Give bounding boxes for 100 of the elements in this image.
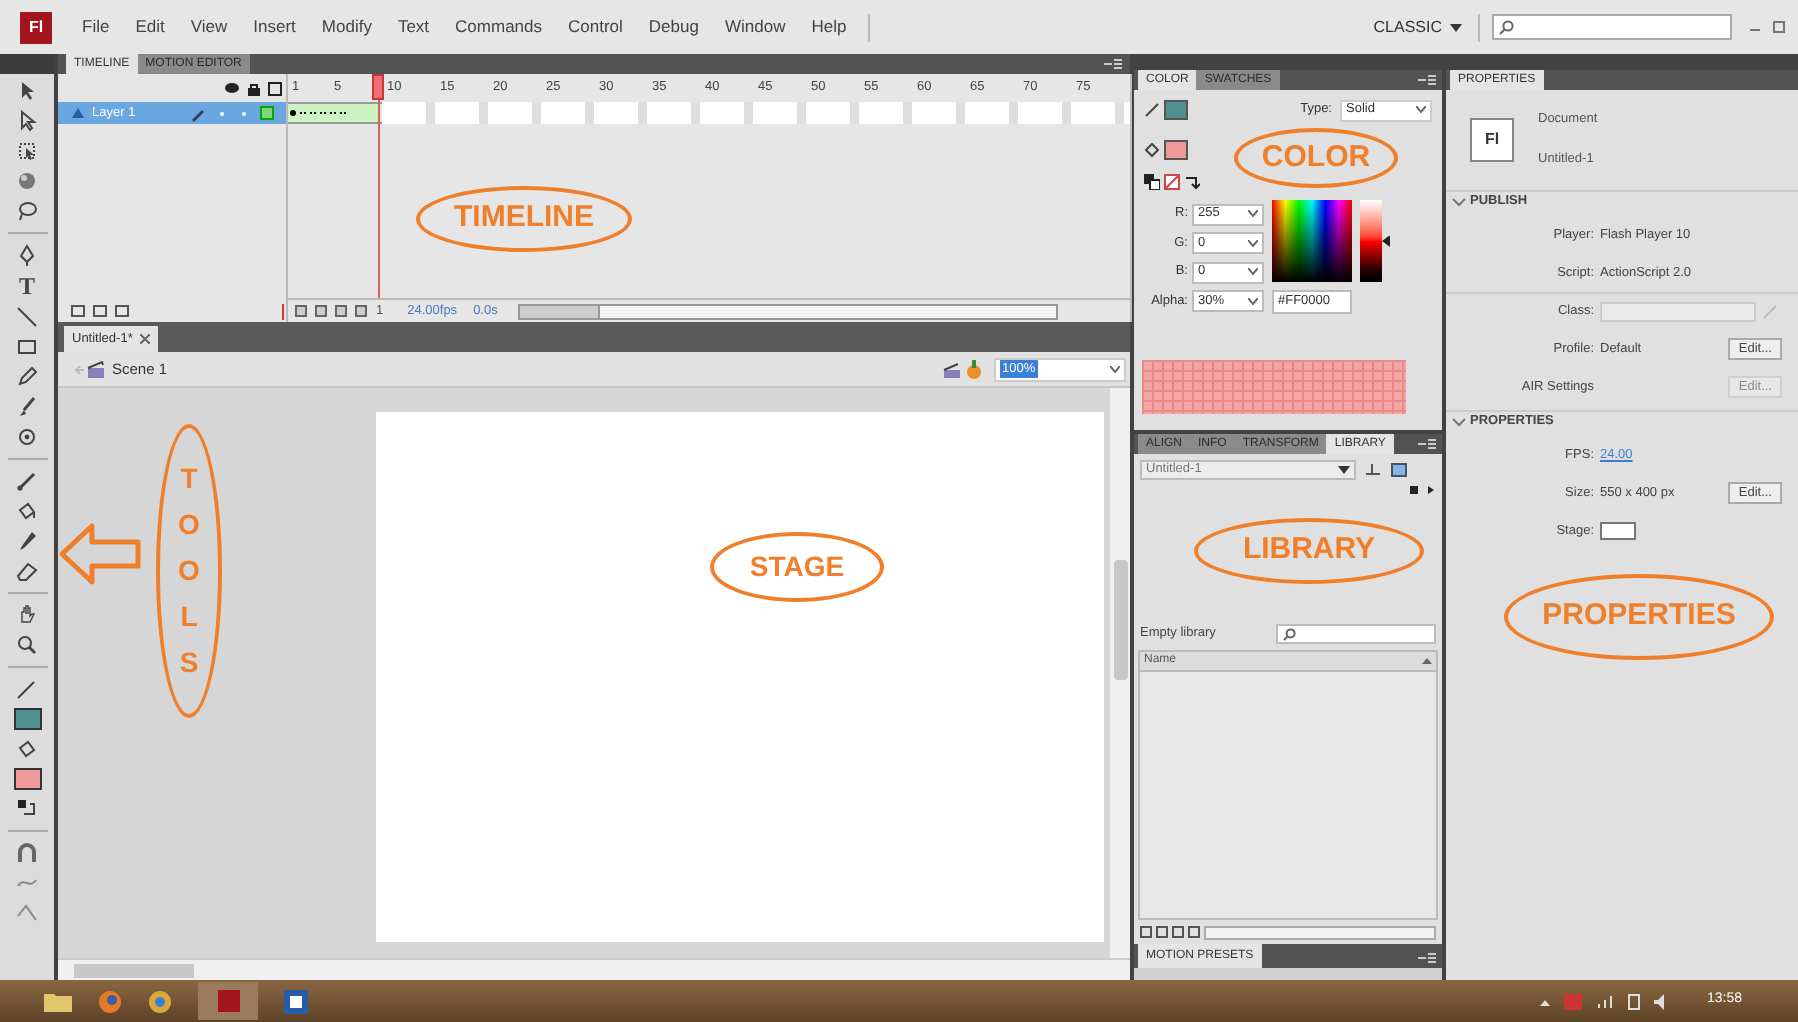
vertical-scrollbar[interactable] bbox=[1129, 74, 1131, 322]
panel-menu-icon[interactable] bbox=[1418, 74, 1436, 86]
panel-menu-icon[interactable] bbox=[1104, 58, 1122, 70]
marker-icon[interactable] bbox=[354, 304, 368, 318]
search-field[interactable] bbox=[1492, 14, 1732, 40]
playhead[interactable] bbox=[372, 74, 384, 298]
horizontal-scrollbar[interactable] bbox=[517, 303, 1058, 319]
zoom-icon[interactable] bbox=[16, 634, 38, 656]
menu-item[interactable]: Window bbox=[722, 14, 788, 40]
playhead-marker-icon bbox=[278, 303, 288, 319]
lasso-icon[interactable] bbox=[16, 200, 38, 222]
swap-icon[interactable] bbox=[1184, 174, 1200, 190]
properties-icon[interactable] bbox=[1172, 926, 1184, 938]
menu-item[interactable]: Commands bbox=[453, 14, 545, 40]
fill-color-swatch[interactable] bbox=[1164, 140, 1188, 160]
edit-scene-icon[interactable] bbox=[942, 359, 964, 379]
callout-label: PROPERTIES bbox=[1504, 574, 1774, 660]
menu-item[interactable]: Modify bbox=[319, 14, 374, 40]
trash-icon[interactable] bbox=[114, 303, 130, 317]
default-colors-icon[interactable] bbox=[1144, 174, 1160, 190]
keyframe-span bbox=[288, 102, 382, 124]
no-color-icon[interactable] bbox=[1164, 174, 1180, 190]
browser-icon[interactable] bbox=[148, 989, 172, 1013]
expanded-icon[interactable] bbox=[1452, 417, 1466, 427]
layer-outline-swatch[interactable] bbox=[260, 106, 274, 120]
text-tool[interactable]: T bbox=[18, 274, 35, 298]
line-icon[interactable] bbox=[16, 306, 38, 328]
workspace-switcher[interactable]: CLASSIC bbox=[1369, 15, 1466, 39]
maximize-icon[interactable] bbox=[1772, 20, 1786, 34]
menu-item[interactable]: Text bbox=[395, 14, 432, 40]
stroke-color-swatch[interactable] bbox=[1164, 100, 1188, 120]
folder-icon[interactable] bbox=[92, 303, 108, 317]
document-app-icon[interactable] bbox=[284, 989, 308, 1013]
arrow-icon[interactable] bbox=[16, 80, 38, 102]
caret-icon bbox=[1450, 23, 1462, 31]
sphere-icon[interactable] bbox=[16, 170, 38, 192]
panel-menu-icon[interactable] bbox=[1418, 438, 1436, 450]
horizontal-scrollbar[interactable] bbox=[58, 958, 1130, 980]
slider-handle[interactable] bbox=[1382, 235, 1390, 247]
search-icon bbox=[1282, 627, 1296, 641]
caret-icon bbox=[1110, 365, 1120, 373]
network-icon[interactable] bbox=[1596, 993, 1615, 1009]
sort-icon[interactable] bbox=[1422, 658, 1432, 664]
transform-icon[interactable] bbox=[16, 140, 38, 162]
callout-label: COLOR bbox=[1234, 128, 1398, 188]
outline-icon[interactable] bbox=[268, 81, 282, 95]
insert-layer-icon[interactable] bbox=[70, 303, 86, 317]
menu-item[interactable]: Debug bbox=[646, 14, 701, 40]
callout-label: TIMELINE bbox=[416, 186, 632, 252]
stage-color-swatch[interactable] bbox=[1600, 522, 1636, 540]
class-field[interactable] bbox=[1600, 302, 1756, 322]
menu-item[interactable]: Control bbox=[566, 14, 625, 40]
onion-skin-icon[interactable] bbox=[294, 304, 308, 318]
close-icon[interactable] bbox=[140, 334, 151, 344]
folder-icon[interactable] bbox=[44, 990, 72, 1012]
brush-icon[interactable] bbox=[16, 396, 38, 418]
caret-icon bbox=[1248, 297, 1258, 306]
edit-frames-icon[interactable] bbox=[334, 304, 348, 318]
arrow-icon[interactable] bbox=[16, 110, 38, 132]
vertical-scrollbar[interactable] bbox=[1110, 388, 1130, 958]
arrow-right-icon[interactable] bbox=[1426, 486, 1434, 494]
horizontal-scrollbar[interactable] bbox=[1204, 925, 1436, 939]
bone-icon[interactable] bbox=[16, 470, 38, 492]
stroke-color-swatch[interactable] bbox=[13, 708, 41, 730]
chevron-up-icon[interactable] bbox=[1540, 997, 1551, 1005]
eyedropper-icon[interactable] bbox=[16, 530, 38, 552]
menu-item[interactable]: Insert bbox=[251, 14, 298, 40]
callout-label: LIBRARY bbox=[1194, 518, 1424, 584]
lock-icon[interactable] bbox=[248, 81, 260, 95]
battery-icon[interactable] bbox=[1628, 992, 1641, 1010]
fill-color-swatch[interactable] bbox=[13, 768, 41, 790]
onion-outline-icon[interactable] bbox=[314, 304, 328, 318]
eraser-icon[interactable] bbox=[16, 560, 38, 582]
callout-label: TOOLS bbox=[156, 424, 222, 718]
layer-icon bbox=[70, 106, 86, 120]
menu-item[interactable]: Edit bbox=[133, 14, 167, 40]
hand-icon[interactable] bbox=[16, 604, 38, 626]
color-spectrum[interactable] bbox=[1272, 200, 1352, 282]
fox-icon[interactable] bbox=[98, 989, 122, 1013]
swap-icon[interactable] bbox=[16, 798, 38, 820]
library-search-field[interactable] bbox=[1276, 624, 1436, 644]
caret-icon bbox=[1248, 239, 1258, 248]
menu-item[interactable]: View bbox=[188, 14, 230, 40]
pen-icon[interactable] bbox=[16, 244, 38, 266]
new-library-icon[interactable] bbox=[1390, 462, 1408, 478]
edit-symbols-icon[interactable] bbox=[964, 359, 986, 379]
magnet-icon[interactable] bbox=[16, 842, 38, 864]
rectangle-icon[interactable] bbox=[16, 336, 38, 358]
new-symbol-icon[interactable] bbox=[1140, 926, 1152, 938]
trash-icon[interactable] bbox=[1188, 926, 1200, 938]
menu-item[interactable]: File bbox=[80, 14, 112, 40]
expanded-icon[interactable] bbox=[1452, 197, 1466, 207]
panel-menu-icon[interactable] bbox=[1418, 952, 1436, 964]
straighten-icon[interactable] bbox=[16, 902, 38, 924]
eye-icon[interactable] bbox=[224, 82, 240, 94]
clapper-icon bbox=[86, 360, 106, 378]
callout-label: STAGE bbox=[710, 532, 884, 602]
menu-item[interactable]: Help bbox=[809, 14, 849, 40]
folder-icon[interactable] bbox=[1156, 926, 1168, 938]
caret-icon bbox=[1416, 106, 1426, 114]
